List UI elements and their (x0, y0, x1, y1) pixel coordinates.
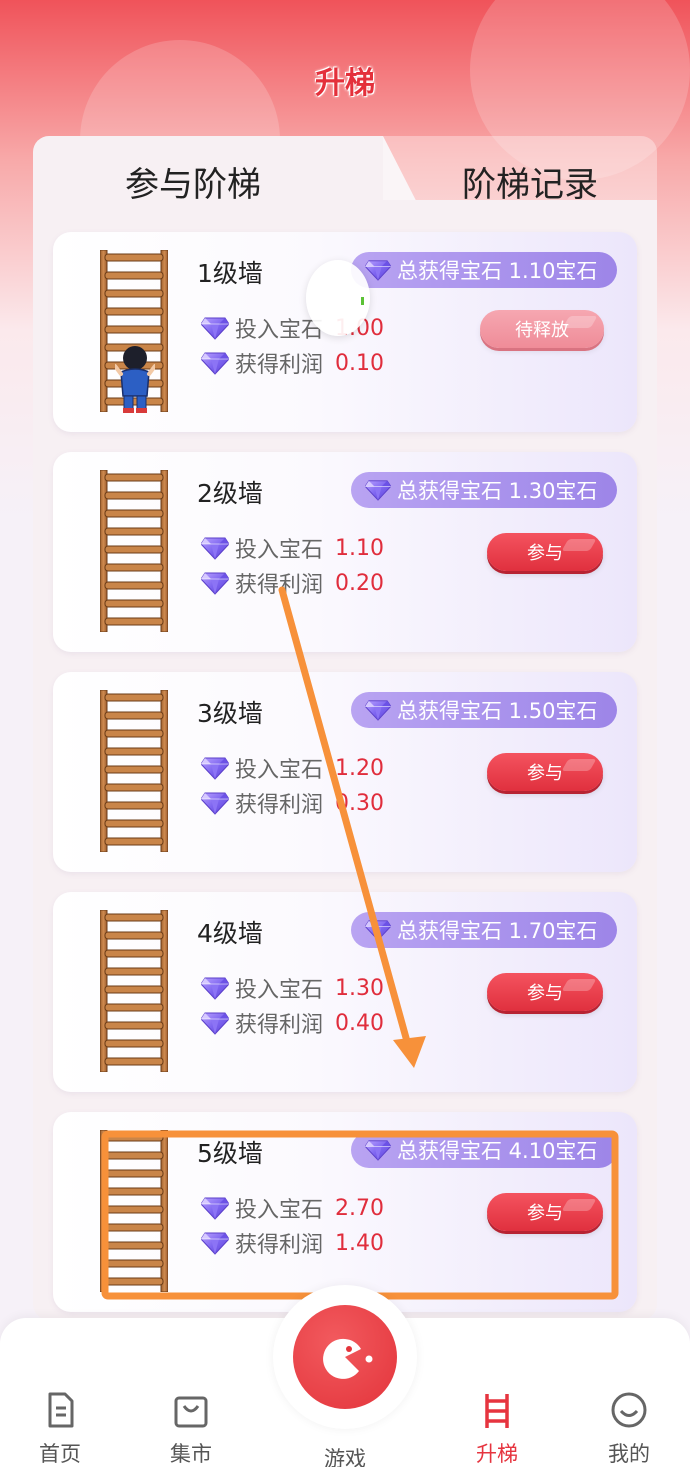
total-gems-text: 总获得宝石 1.30宝石 (397, 479, 598, 503)
total-gems-text: 总获得宝石 1.50宝石 (397, 699, 598, 723)
gem-icon (201, 571, 229, 595)
page-title: 升梯 (315, 66, 375, 101)
join-button[interactable]: 参与 (487, 1193, 603, 1231)
nav-games-label: 游戏 (324, 1447, 366, 1467)
profit-label: 获得利润 (235, 1233, 324, 1258)
level-label: 3级墙 (197, 699, 263, 728)
profit-value: 0.20 (335, 570, 384, 596)
gem-icon (201, 536, 229, 560)
total-gems-badge: 总获得宝石 1.10宝石 (351, 252, 617, 288)
document-icon (48, 1392, 74, 1428)
ladder-icon (485, 1394, 509, 1428)
profit-value: 0.10 (335, 350, 384, 376)
invest-row: 投入宝石 1.20 (201, 752, 384, 784)
total-gems-text: 总获得宝石 1.70宝石 (397, 919, 598, 943)
total-gems-text: 总获得宝石 4.10宝石 (397, 1139, 598, 1163)
profit-value: 0.40 (335, 1010, 384, 1036)
bag-icon (174, 1396, 208, 1428)
smile-icon (611, 1392, 647, 1428)
ladder-card-level-4: 4级墙 总获得宝石 1.70宝石 投入宝石 1.30 获得利润 0.40 参与 (53, 892, 637, 1092)
ladder-card-level-2: 2级墙 总获得宝石 1.30宝石 投入宝石 1.10 获得利润 0.20 参与 (53, 452, 637, 652)
spinner-dot (361, 297, 364, 305)
profit-label: 获得利润 (235, 1013, 324, 1038)
invest-label: 投入宝石 (235, 1198, 324, 1223)
profit-value: 1.40 (335, 1230, 384, 1256)
gem-icon (201, 351, 229, 375)
nav-home[interactable]: 首页 (15, 1388, 105, 1467)
gem-icon (201, 976, 229, 1000)
profit-row: 获得利润 0.30 (201, 787, 384, 819)
nav-ladder-label: 升梯 (476, 1442, 518, 1466)
ladder-icon (100, 690, 168, 852)
gem-icon (201, 316, 229, 340)
profit-row: 获得利润 0.20 (201, 567, 384, 599)
loading-spinner (306, 260, 370, 336)
nav-market-label: 集市 (170, 1442, 212, 1466)
gem-icon (365, 919, 391, 941)
ladder-icon (100, 1130, 168, 1292)
profit-row: 获得利润 1.40 (201, 1227, 384, 1259)
join-button[interactable]: 参与 (487, 973, 603, 1011)
nav-mine[interactable]: 我的 (584, 1388, 674, 1467)
games-button-inner (293, 1305, 397, 1409)
games-button[interactable] (273, 1285, 417, 1429)
invest-row: 投入宝石 1.10 (201, 532, 384, 564)
ladder-card-level-5: 5级墙 总获得宝石 4.10宝石 投入宝石 2.70 获得利润 1.40 参与 (53, 1112, 637, 1312)
invest-value: 1.30 (335, 975, 384, 1001)
gem-icon (201, 1231, 229, 1255)
total-gems-badge: 总获得宝石 1.50宝石 (351, 692, 617, 728)
climber-avatar (115, 346, 155, 413)
gem-icon (201, 1196, 229, 1220)
gem-icon (365, 1139, 391, 1161)
nav-home-label: 首页 (39, 1442, 81, 1466)
nav-market[interactable]: 集市 (146, 1388, 236, 1467)
gem-icon (365, 699, 391, 721)
level-label: 2级墙 (197, 479, 263, 508)
level-label: 1级墙 (197, 259, 263, 288)
invest-label: 投入宝石 (235, 978, 324, 1003)
invest-value: 2.70 (335, 1195, 384, 1221)
profit-row: 获得利润 0.40 (201, 1007, 384, 1039)
gem-icon (201, 791, 229, 815)
gem-icon (365, 479, 391, 501)
invest-value: 1.20 (335, 755, 384, 781)
pending-release-button[interactable]: 待释放 (480, 310, 604, 348)
invest-label: 投入宝石 (235, 538, 324, 563)
total-gems-badge: 总获得宝石 1.30宝石 (351, 472, 617, 508)
ladder-icon (100, 470, 168, 632)
gem-icon (201, 1011, 229, 1035)
profit-row: 获得利润 0.10 (201, 347, 384, 379)
total-gems-badge: 总获得宝石 1.70宝石 (351, 912, 617, 948)
gem-icon (201, 756, 229, 780)
total-gems-badge: 总获得宝石 4.10宝石 (351, 1132, 617, 1168)
pacman-icon (323, 1338, 373, 1379)
nav-mine-label: 我的 (608, 1442, 650, 1466)
profit-label: 获得利润 (235, 573, 324, 598)
join-button[interactable]: 参与 (487, 533, 603, 571)
join-button[interactable]: 参与 (487, 753, 603, 791)
level-label: 4级墙 (197, 919, 263, 948)
invest-row: 投入宝石 1.30 (201, 972, 384, 1004)
gem-icon (365, 259, 391, 281)
level-label: 5级墙 (197, 1139, 263, 1168)
profit-label: 获得利润 (235, 353, 324, 378)
invest-value: 1.10 (335, 535, 384, 561)
invest-label: 投入宝石 (235, 758, 324, 783)
profit-label: 获得利润 (235, 793, 324, 818)
total-gems-text: 总获得宝石 1.10宝石 (397, 259, 598, 283)
profit-value: 0.30 (335, 790, 384, 816)
ladder-card-level-3: 3级墙 总获得宝石 1.50宝石 投入宝石 1.20 获得利润 0.30 参与 (53, 672, 637, 872)
invest-row: 投入宝石 2.70 (201, 1192, 384, 1224)
ladder-icon (100, 910, 168, 1072)
nav-ladder[interactable]: 升梯 (452, 1388, 542, 1467)
